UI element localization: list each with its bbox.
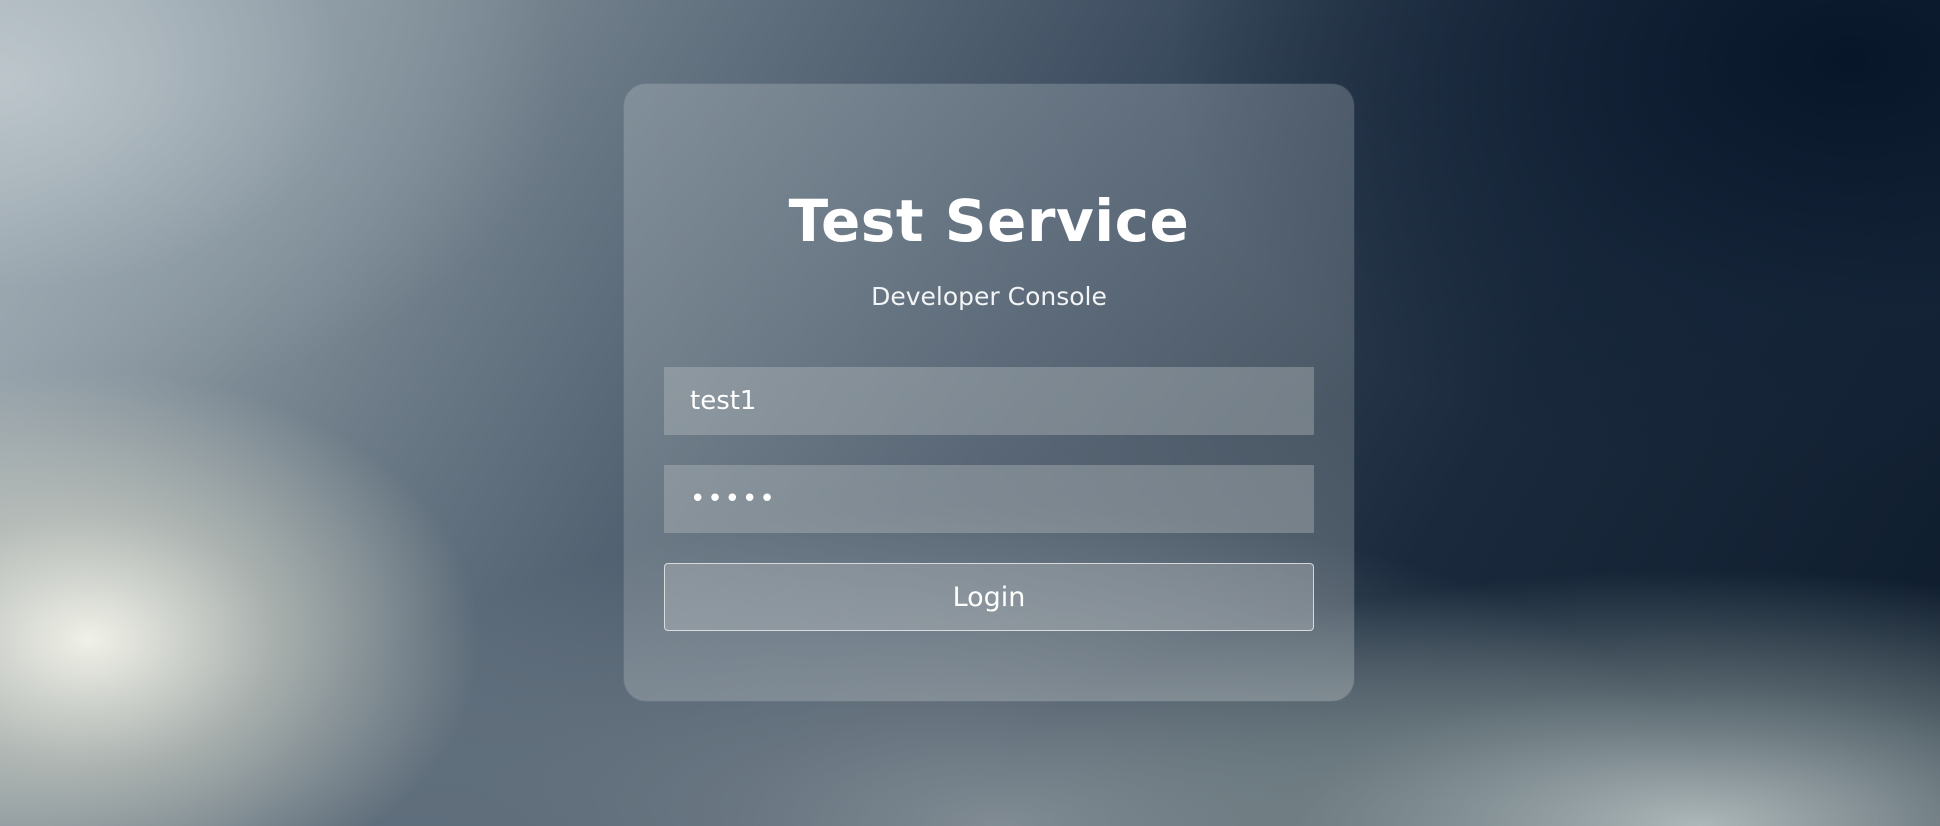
page-title: Test Service <box>788 187 1190 255</box>
page-subtitle: Developer Console <box>871 282 1107 311</box>
password-input[interactable] <box>664 465 1314 533</box>
login-button[interactable]: Login <box>664 563 1314 631</box>
username-input[interactable] <box>664 367 1314 435</box>
login-card: Test Service Developer Console Login <box>624 84 1354 701</box>
